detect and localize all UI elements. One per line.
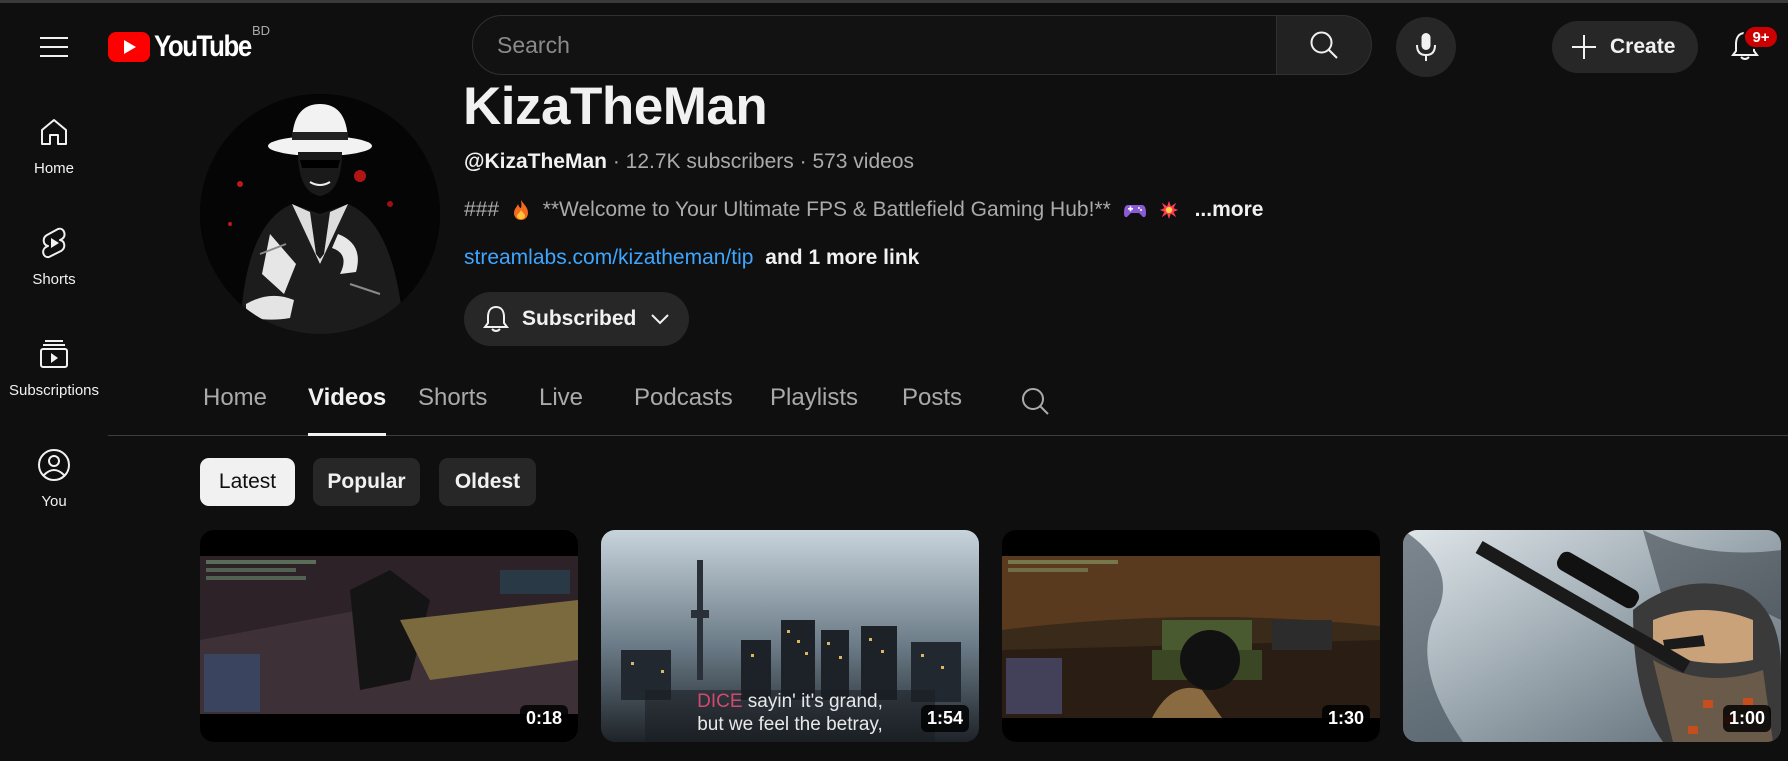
youtube-logo[interactable]: YouTube [108, 27, 267, 67]
guide-item-label: Shorts [32, 271, 76, 288]
plus-icon [1572, 35, 1596, 59]
chip-oldest[interactable]: Oldest [439, 458, 536, 506]
channel-link[interactable]: streamlabs.com/kizatheman/tip [464, 246, 753, 269]
guide-item-label: Subscriptions [8, 382, 100, 399]
video-thumbnail[interactable]: DICE sayin' it's grand, but we feel the … [601, 530, 979, 742]
caption-highlight: DICE [697, 691, 743, 712]
search-icon [1022, 388, 1049, 415]
chip-popular[interactable]: Popular [313, 458, 420, 506]
youtube-play-logo-icon [108, 32, 150, 62]
microphone-icon [1416, 33, 1436, 61]
shorts-icon [36, 225, 72, 261]
subscribed-label: Subscribed [522, 307, 637, 330]
description-text: **Welcome to Your Ultimate FPS & Battlef… [536, 198, 1117, 221]
tab-home[interactable]: Home [203, 384, 267, 436]
country-code: BD [252, 23, 271, 38]
explosion-emoji-icon [1159, 200, 1178, 220]
meta-separator: · [607, 150, 626, 173]
subscriber-count: 12.7K subscribers [625, 150, 794, 173]
video-thumbnail[interactable]: 0:18 [200, 530, 578, 742]
man-in-hat-avatar-image [200, 94, 440, 334]
channel-links: streamlabs.com/kizatheman/tip and 1 more… [464, 246, 919, 270]
subscriptions-icon [36, 336, 72, 372]
channel-name: KizaTheMan [463, 77, 768, 136]
guide-item-label: You [41, 493, 67, 510]
channel-handle: @KizaTheMan [464, 150, 607, 173]
game-controller-emoji-icon [1123, 205, 1146, 218]
video-duration: 0:18 [519, 705, 568, 732]
search-button[interactable] [1276, 15, 1372, 75]
channel-tabs: Home Videos Shorts Live Podcasts Playlis… [108, 374, 1788, 436]
tab-videos[interactable]: Videos [308, 384, 387, 436]
guide-item-home[interactable]: Home [0, 100, 108, 196]
description-more-link[interactable]: ...more [1195, 198, 1264, 222]
video-thumbnail[interactable]: 1:30 [1002, 530, 1380, 742]
channel-description[interactable]: ### **Welcome to Your Ultimate FPS & Bat… [464, 198, 1263, 222]
chevron-down-icon [651, 314, 670, 325]
video-duration: 1:00 [1722, 705, 1771, 732]
video-duration: 1:30 [1321, 705, 1370, 732]
tab-posts[interactable]: Posts [902, 384, 962, 436]
you-icon [36, 447, 72, 483]
guide-item-subscriptions[interactable]: Subscriptions [0, 322, 108, 418]
create-button[interactable]: Create [1552, 21, 1698, 73]
fire-emoji-icon [513, 200, 528, 220]
description-prefix: ### [464, 198, 505, 221]
search-icon [1310, 31, 1338, 59]
channel-meta: @KizaTheMan · 12.7K subscribers · 573 vi… [464, 150, 914, 174]
channel-search-button[interactable] [1020, 386, 1054, 420]
caption-line-2: but we feel the betray, [697, 714, 883, 735]
video-thumbnail[interactable]: 1:00 [1403, 530, 1781, 742]
guide-item-you[interactable]: You [0, 433, 108, 529]
meta-separator: · [793, 150, 813, 173]
notification-count-badge: 9+ [1743, 25, 1779, 49]
hamburger-menu-icon [40, 37, 68, 57]
home-icon [36, 114, 72, 150]
masthead: YouTube BD Create 9+ [0, 3, 1788, 87]
caption-line-1: sayin' it's grand, [742, 691, 883, 712]
channel-avatar[interactable] [200, 94, 440, 334]
guide-item-label: Home [33, 160, 74, 177]
guide-item-shorts[interactable]: Shorts [0, 211, 108, 307]
tab-playlists[interactable]: Playlists [770, 384, 858, 436]
voice-search-button[interactable] [1396, 17, 1456, 77]
search-input[interactable] [497, 31, 1277, 59]
video-duration: 1:54 [920, 705, 969, 732]
bell-icon [483, 305, 509, 332]
tab-podcasts[interactable]: Podcasts [634, 384, 733, 436]
subscribed-button[interactable]: Subscribed [464, 292, 689, 346]
logo-text: YouTube [154, 30, 252, 63]
menu-button[interactable] [34, 27, 74, 67]
video-count: 573 videos [812, 150, 915, 173]
tab-live[interactable]: Live [539, 384, 583, 436]
tab-shorts[interactable]: Shorts [418, 384, 487, 436]
chip-latest[interactable]: Latest [200, 458, 295, 506]
search-box [472, 15, 1278, 75]
create-label: Create [1610, 35, 1676, 58]
more-links-button[interactable]: and 1 more link [765, 246, 919, 269]
